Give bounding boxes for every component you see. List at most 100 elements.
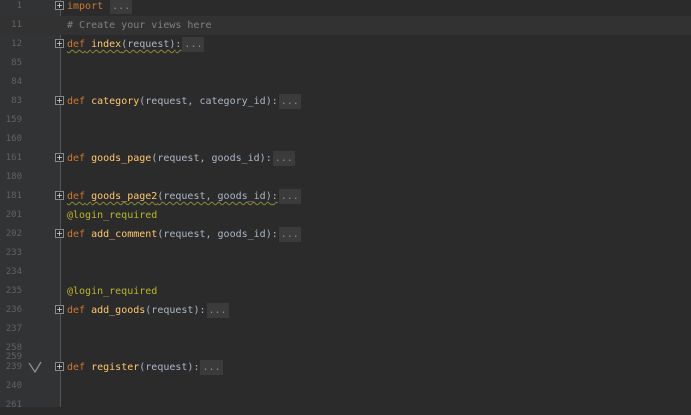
function-name[interactable]: index (91, 39, 121, 50)
code-line[interactable]: 83 def category(request, category_id):... (0, 92, 691, 111)
line-number: 85 (11, 58, 22, 68)
def-keyword: def (67, 229, 86, 240)
code-line[interactable]: 160 (0, 130, 691, 149)
folded-region-button[interactable]: ... (182, 37, 205, 52)
folded-region-button[interactable]: ... (200, 360, 223, 375)
fold-expand-icon[interactable] (55, 39, 64, 48)
function-signature: def add_comment(request, goods_id): (67, 229, 278, 240)
function-params: (request) (139, 362, 194, 373)
code-line[interactable]: 233 (0, 244, 691, 263)
line-number: 159 (5, 115, 22, 125)
line-number: 12 (11, 39, 22, 49)
decorator: @login_required (67, 286, 158, 297)
line-number: 181 (5, 191, 22, 201)
code-line[interactable]: 180 (0, 168, 691, 187)
code-line[interactable]: 11 # Create your views here (0, 16, 691, 35)
code-text[interactable]: def add_comment(request, goods_id):... (67, 225, 301, 244)
code-line[interactable]: 181 def goods_page2(request, goods_id):..… (0, 187, 691, 206)
fold-expand-icon[interactable] (55, 191, 64, 200)
colon: : (271, 96, 278, 107)
code-editor[interactable]: 1 import ... 11 # Create your views here 12 d… (0, 0, 691, 410)
code-line[interactable]: 1 import ... (0, 0, 691, 16)
line-number: 11 (11, 20, 22, 30)
code-line[interactable]: 236 def add_goods(request):... (0, 301, 691, 320)
line-number: 83 (11, 96, 22, 106)
code-text[interactable]: def goods_page(request, goods_id):... (67, 149, 295, 168)
code-line[interactable]: 12 def index(request):... (0, 35, 691, 54)
code-line[interactable]: 159 (0, 111, 691, 130)
function-params: (request, goods_id) (157, 191, 272, 202)
line-number: 201 (5, 210, 22, 220)
def-keyword: def (67, 96, 86, 107)
line-number: 160 (5, 134, 22, 144)
function-params: (request, goods_id) (151, 153, 266, 164)
code-text[interactable]: def category(request, category_id):... (67, 92, 301, 111)
keyword: import (67, 1, 104, 12)
line-number: 261 (5, 400, 22, 410)
fold-expand-icon[interactable] (55, 362, 64, 371)
function-name[interactable]: register (91, 362, 139, 373)
code-line[interactable]: 235 @login_required (0, 282, 691, 301)
code-text[interactable]: import ... (67, 0, 133, 16)
colon: : (175, 39, 182, 50)
checkmark-icon[interactable] (28, 361, 42, 373)
line-number: 236 (5, 305, 22, 315)
def-keyword: def (67, 362, 86, 373)
fold-expand-icon[interactable] (55, 1, 64, 10)
comment: # Create your views here (67, 20, 212, 31)
fold-expand-icon[interactable] (55, 229, 64, 238)
function-name[interactable]: category (91, 96, 139, 107)
function-name[interactable]: add_goods (91, 305, 145, 316)
fold-expand-icon[interactable] (55, 96, 64, 105)
def-keyword: def (67, 305, 86, 316)
code-text[interactable]: # Create your views here (67, 16, 212, 35)
def-keyword: def (67, 39, 86, 50)
line-number: 237 (5, 324, 22, 334)
function-name[interactable]: goods_page2 (91, 191, 157, 202)
code-text[interactable]: def register(request):... (67, 358, 223, 377)
function-name[interactable]: add_comment (91, 229, 157, 240)
function-signature: def register(request): (67, 362, 199, 373)
folded-region-button[interactable]: ... (278, 227, 301, 242)
code-text[interactable]: @login_required (67, 282, 157, 301)
line-number: 235 (5, 286, 22, 296)
colon: : (265, 153, 272, 164)
fold-expand-icon[interactable] (55, 153, 64, 162)
folded-region-button[interactable]: ... (272, 151, 295, 166)
code-text[interactable]: def index(request):... (67, 35, 205, 54)
line-number: 84 (11, 77, 22, 87)
folded-region-button[interactable]: ... (206, 303, 229, 318)
code-line[interactable]: 239 def register(request):... (0, 358, 691, 377)
function-signature: def category(request, category_id): (67, 96, 278, 107)
colon: : (271, 229, 278, 240)
folded-region-button[interactable]: ... (278, 189, 301, 204)
fold-expand-icon[interactable] (55, 305, 64, 314)
function-signature: def index(request): (67, 39, 181, 50)
function-signature: def add_goods(request): (67, 305, 206, 316)
function-params: (request, category_id) (139, 96, 272, 107)
line-number: 240 (5, 381, 22, 391)
code-line[interactable]: 202 def add_comment(request, goods_id):..… (0, 225, 691, 244)
code-line[interactable]: 201 @login_required (0, 206, 691, 225)
code-line[interactable]: 240 (0, 377, 691, 396)
code-line[interactable]: 161 def goods_page(request, goods_id):... (0, 149, 691, 168)
function-name[interactable]: goods_page (91, 153, 151, 164)
function-params: (request) (121, 39, 176, 50)
line-number: 239 (5, 362, 22, 372)
line-number: 1 (16, 1, 22, 11)
code-line[interactable]: 261 (0, 396, 691, 415)
colon: : (199, 305, 206, 316)
line-number: 234 (5, 267, 22, 277)
folded-region-button[interactable]: ... (110, 0, 133, 14)
function-signature: def goods_page(request, goods_id): (67, 153, 272, 164)
line-number: 202 (5, 229, 22, 239)
code-text[interactable]: def goods_page2(request, goods_id):... (67, 187, 301, 206)
code-line[interactable]: 234 (0, 263, 691, 282)
code-text[interactable]: def add_goods(request):... (67, 301, 229, 320)
decorator: @login_required (67, 210, 158, 221)
code-text[interactable]: @login_required (67, 206, 157, 225)
code-line[interactable]: 84 (0, 73, 691, 92)
code-line[interactable]: 237 (0, 320, 691, 339)
folded-region-button[interactable]: ... (278, 94, 301, 109)
code-line[interactable]: 85 (0, 54, 691, 73)
